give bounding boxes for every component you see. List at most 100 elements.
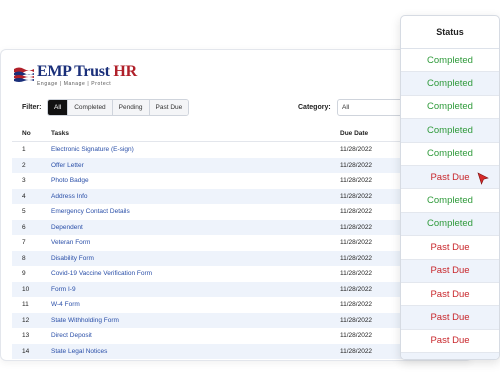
task-link[interactable]: Photo Badge <box>51 177 89 184</box>
brand-logo: EMP Trust HR Engage | Manage | Protect <box>13 63 137 87</box>
status-cell: Past Due <box>401 283 499 307</box>
status-cell: Completed <box>401 189 499 213</box>
status-cell: Completed <box>401 143 499 166</box>
row-number: 14 <box>22 347 30 355</box>
status-cell: Past Due <box>401 330 499 354</box>
row-number: 8 <box>22 254 26 262</box>
status-text: Completed <box>427 195 473 207</box>
row-number: 2 <box>22 161 26 169</box>
table-row: 9 Covid-19 Vaccine Verification Form 11/28… <box>12 266 412 282</box>
status-text: Completed <box>427 148 473 160</box>
status-text: Completed <box>427 101 473 113</box>
task-link[interactable]: Form I-9 <box>51 286 76 293</box>
status-cell: Past Due <box>401 353 499 360</box>
row-number: 12 <box>22 316 30 324</box>
table-header: No Tasks Due Date <box>12 127 412 142</box>
status-header: Status <box>401 16 499 49</box>
task-table: 1 Electronic Signature (E-sign) 11/28/2022… <box>12 142 412 359</box>
due-date: 11/28/2022 <box>340 177 373 184</box>
due-date: 11/28/2022 <box>340 146 373 153</box>
due-date: 11/28/2022 <box>340 254 373 262</box>
table-row: 14 State Legal Notices 11/28/2022 <box>12 343 412 359</box>
task-link[interactable]: State Legal Notices <box>51 348 107 355</box>
row-number: 5 <box>22 208 26 215</box>
due-date: 11/28/2022 <box>340 208 373 215</box>
task-link[interactable]: Veteran Form <box>51 239 90 246</box>
filter-completed-button[interactable]: Completed <box>68 100 113 115</box>
table-row: 11 W-4 Form 11/28/2022 <box>12 297 412 313</box>
row-number: 6 <box>22 223 26 231</box>
task-link[interactable]: State Withholding Form <box>51 317 119 324</box>
table-row: 5 Emergency Contact Details 11/28/2022 <box>12 204 412 220</box>
brand-name: EMP Trust HR <box>37 63 137 80</box>
table-row: 4 Address Info 11/28/2022 <box>12 188 412 204</box>
col-due-header: Due Date <box>340 130 369 137</box>
pointer-cursor-icon <box>477 172 489 185</box>
task-link[interactable]: Direct Deposit <box>51 332 92 339</box>
status-text: Past Due <box>430 265 470 277</box>
status-text: Completed <box>427 218 473 230</box>
task-link[interactable]: Address Info <box>51 193 88 200</box>
task-link[interactable]: Dependent <box>51 224 83 231</box>
row-number: 10 <box>22 285 30 293</box>
flag-icon <box>14 67 34 82</box>
status-text: Past Due <box>430 241 470 253</box>
task-link[interactable]: Disability Form <box>51 255 94 262</box>
status-text: Past Due <box>430 359 469 360</box>
status-cell: Past Due <box>401 165 499 190</box>
table-row: 1 Electronic Signature (E-sign) 11/28/2022 <box>12 142 412 158</box>
status-cell: Past Due <box>401 259 499 283</box>
table-row: 7 Veteran Form 11/28/2022 <box>12 235 412 251</box>
status-text: Past Due <box>430 335 470 347</box>
table-row: 10 Form I-9 11/28/2022 <box>12 281 412 297</box>
status-text: Past Due <box>430 171 470 183</box>
row-number: 3 <box>22 177 26 184</box>
status-text: Completed <box>427 124 473 136</box>
brand-tagline: Engage | Manage | Protect <box>37 81 112 87</box>
due-date: 11/28/2022 <box>340 223 373 231</box>
due-date: 11/28/2022 <box>340 161 373 169</box>
row-number: 7 <box>22 239 26 246</box>
col-no-header: No <box>22 130 31 137</box>
filter-group: All Completed Pending Past Due <box>47 99 190 116</box>
filter-past-due-button[interactable]: Past Due <box>149 100 189 115</box>
row-number: 13 <box>22 332 30 339</box>
task-link[interactable]: W-4 Form <box>51 301 80 308</box>
due-date: 11/28/2022 <box>340 301 373 308</box>
due-date: 11/28/2022 <box>340 285 373 293</box>
due-date: 11/28/2022 <box>340 316 373 324</box>
status-cell: Completed <box>401 212 499 237</box>
category-label: Category: <box>298 104 331 111</box>
table-row: 12 State Withholding Form 11/28/2022 <box>12 312 412 328</box>
task-link[interactable]: Offer Letter <box>51 162 84 169</box>
status-panel: Status Completed Completed Completed Comple… <box>400 15 500 360</box>
table-row: 6 Dependent 11/28/2022 <box>12 219 412 235</box>
due-date: 11/28/2022 <box>340 270 373 277</box>
filter-label: Filter: <box>22 104 42 111</box>
row-number: 11 <box>22 301 29 308</box>
status-cell: Past Due <box>401 236 499 260</box>
task-link[interactable]: Emergency Contact Details <box>51 208 130 215</box>
due-date: 11/28/2022 <box>340 192 373 200</box>
status-text: Completed <box>427 54 473 66</box>
table-row: 2 Offer Letter 11/28/2022 <box>12 157 412 173</box>
due-date: 11/28/2022 <box>340 332 373 339</box>
table-row: 13 Direct Deposit 11/28/2022 <box>12 328 412 344</box>
table-row: 3 Photo Badge 11/28/2022 <box>12 173 412 189</box>
status-text: Completed <box>427 78 473 90</box>
row-number: 1 <box>22 146 26 153</box>
status-cell: Completed <box>401 96 499 120</box>
status-text: Past Due <box>430 288 470 300</box>
status-cell: Completed <box>401 72 499 96</box>
task-link[interactable]: Covid-19 Vaccine Verification Form <box>51 270 152 277</box>
row-number: 4 <box>22 192 26 200</box>
row-number: 9 <box>22 270 26 277</box>
due-date: 11/28/2022 <box>340 347 373 355</box>
filter-all-button[interactable]: All <box>48 100 69 115</box>
status-list: Completed Completed Completed Completed Comp… <box>401 49 499 360</box>
table-row: 8 Disability Form 11/28/2022 <box>12 250 412 266</box>
filter-pending-button[interactable]: Pending <box>112 100 150 115</box>
status-cell: Completed <box>401 119 499 143</box>
task-link[interactable]: Electronic Signature (E-sign) <box>51 146 134 153</box>
status-cell: Past Due <box>401 306 499 330</box>
